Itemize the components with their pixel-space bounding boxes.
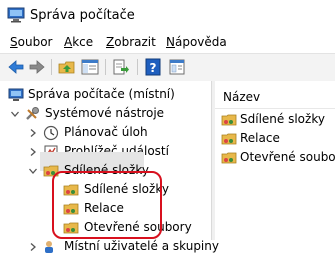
list-item-label: Otevřené soubory [240, 150, 335, 164]
list-item[interactable]: Otevřené soubory [215, 148, 335, 168]
export-list-icon[interactable] [111, 57, 131, 77]
clock-icon [43, 125, 59, 141]
tree-item-shares[interactable]: Sdílené složky [0, 180, 211, 200]
shared-folder-icon [221, 133, 237, 145]
tools-icon [26, 107, 39, 120]
tree-item-label: Otevřené soubory [84, 220, 192, 234]
show-hide-tree-icon[interactable] [80, 57, 100, 77]
tree-item-shared-folders[interactable]: Sdílené složky [0, 161, 211, 181]
forward-icon[interactable] [27, 57, 47, 77]
shared-folder-icon [63, 203, 79, 215]
tree-item-sessions[interactable]: Relace [0, 199, 211, 219]
tree-item-label: Systémové nástroje [45, 106, 165, 120]
shared-folder-icon [63, 222, 79, 234]
help-icon[interactable]: ? [143, 57, 163, 77]
tree-item-system-tools[interactable]: Systémové nástroje [0, 104, 211, 124]
users-icon [45, 241, 53, 253]
shared-folder-icon [63, 184, 79, 196]
up-folder-icon[interactable] [57, 57, 77, 77]
tree-item-root[interactable]: Správa počítače (místní) [0, 85, 211, 105]
menu-zobrazit[interactable]: Zobrazit [106, 35, 156, 49]
list-item[interactable]: Sdílené složky [215, 110, 335, 130]
chevron-right-icon[interactable] [28, 128, 38, 138]
chevron-right-icon[interactable] [28, 147, 38, 157]
details-pane: Název Sdílené složky Relace Otevřené sou… [215, 81, 335, 240]
chevron-down-icon[interactable] [10, 109, 20, 119]
toolbar-separator [105, 59, 106, 75]
toolbar: ? [0, 53, 335, 82]
shared-folder-icon [221, 152, 237, 164]
svg-text:?: ? [150, 61, 157, 75]
tree-item-task-scheduler[interactable]: Plánovač úloh [0, 123, 211, 143]
column-header-name[interactable]: Název [223, 90, 260, 104]
properties-icon[interactable] [167, 57, 187, 77]
computer-management-icon [8, 88, 24, 101]
chevron-down-icon[interactable] [28, 166, 38, 176]
menu-akce[interactable]: Akce [64, 35, 93, 49]
computer-management-icon [7, 7, 25, 23]
tree-item-label: Místní uživatelé a skupiny [64, 239, 219, 253]
toolbar-separator [51, 59, 52, 75]
tree-item-label: Relace [84, 201, 124, 215]
list-item-label: Relace [240, 131, 280, 145]
menu-bar: Soubor Akce Zobrazit Nápověda [0, 33, 335, 53]
window-title: Správa počítače [30, 8, 135, 23]
chevron-right-icon[interactable] [28, 242, 38, 252]
tree-item-label: Plánovač úloh [64, 125, 148, 139]
toolbar-separator [137, 59, 138, 75]
list-item-label: Sdílené složky [240, 112, 325, 126]
back-icon[interactable] [6, 57, 26, 77]
tree-item-open-files[interactable]: Otevřené soubory [0, 218, 211, 238]
menu-soubor[interactable]: Soubor [10, 35, 52, 49]
tree-item-label: Sdílené složky [84, 182, 169, 196]
tree-item-label: Sdílené složky [64, 163, 149, 177]
menu-napoveda[interactable]: Nápověda [166, 35, 227, 49]
tree-item-local-users[interactable]: Místní uživatelé a skupiny [0, 237, 219, 257]
shared-folder-icon [221, 114, 237, 126]
title-bar: Správa počítače [0, 0, 335, 33]
console-tree: Správa počítače (místní) Systémové nástr… [0, 81, 219, 253]
shared-folder-icon [43, 165, 59, 177]
header-divider [215, 108, 335, 109]
list-item[interactable]: Relace [215, 129, 335, 149]
tree-item-label: Správa počítače (místní) [28, 87, 175, 101]
